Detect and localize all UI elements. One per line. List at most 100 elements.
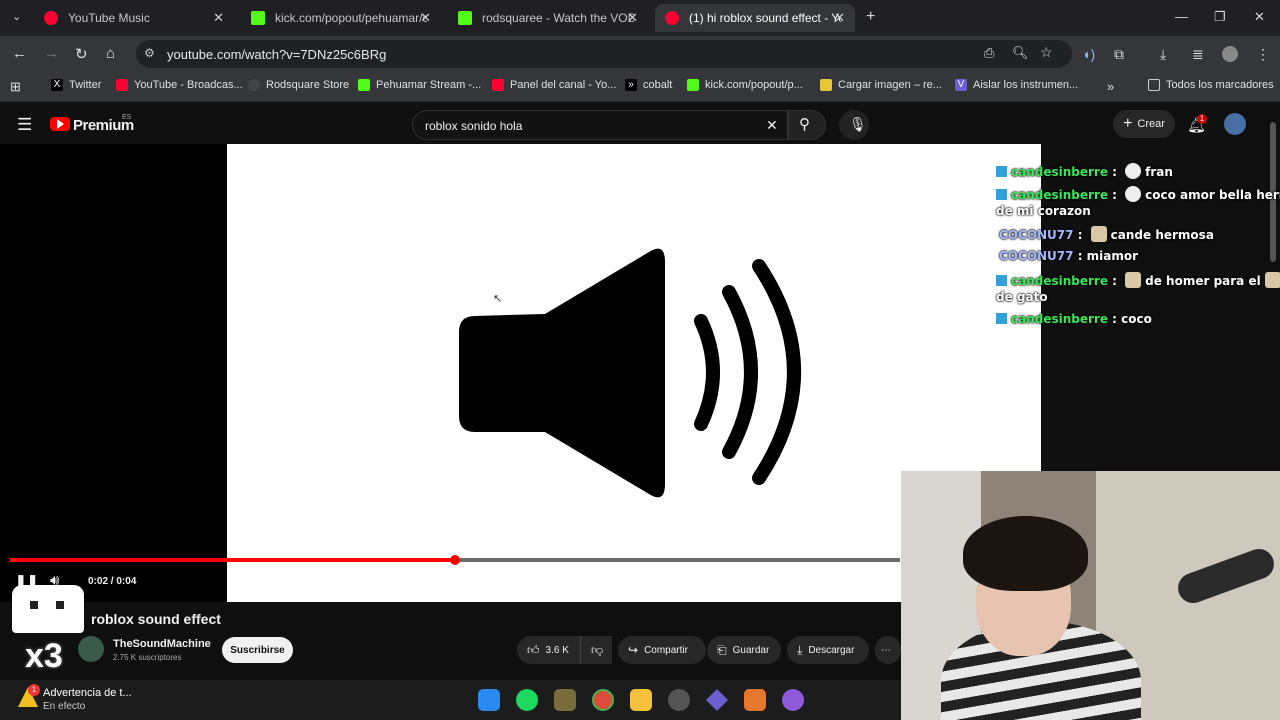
bookmark-cobalt[interactable]: » cobalt xyxy=(625,79,672,91)
url-text[interactable]: youtube.com/watch?v=7DNz25c6BRg xyxy=(167,47,386,62)
close-icon[interactable]: ✕ xyxy=(627,10,638,26)
close-icon[interactable]: ✕ xyxy=(834,10,845,26)
download-icon[interactable]: ⤓ xyxy=(1160,46,1166,63)
search-icon: ⚲ xyxy=(799,116,810,133)
bookmark-label: cobalt xyxy=(643,79,673,91)
search-input[interactable]: roblox sonido hola xyxy=(425,119,522,133)
obs-icon[interactable] xyxy=(668,689,690,711)
chat-username: COCONU77 xyxy=(999,249,1074,263)
bookmark-twitter[interactable]: X Twitter xyxy=(51,79,101,91)
notification-subtitle: En efecto xyxy=(43,701,86,712)
progress-fill xyxy=(10,558,455,562)
more-actions-button[interactable]: ⋯ xyxy=(875,636,901,664)
forward-button[interactable]: → xyxy=(44,45,59,62)
bookmark-label: Cargar imagen – re... xyxy=(838,79,942,91)
extension-audio-icon[interactable]: ◖) xyxy=(1082,46,1095,62)
search-box[interactable]: roblox sonido hola ✕ xyxy=(412,110,788,140)
close-icon[interactable]: ✕ xyxy=(420,10,431,26)
face-emote-icon xyxy=(1125,272,1142,288)
time-current: 0:02 xyxy=(88,576,109,587)
bookmark-panel-canal[interactable]: Panel del canal - Yo... xyxy=(492,79,616,91)
bookmark-cargar-imagen[interactable]: Cargar imagen – re... xyxy=(820,79,942,91)
video-progress-bar[interactable] xyxy=(10,555,900,565)
home-icon[interactable]: ⌂ xyxy=(106,45,115,62)
tab-youtube-music[interactable]: YouTube Music ✕ xyxy=(34,4,234,32)
thumbs-up-icon: 👍︎ xyxy=(527,642,540,657)
minecraft-icon[interactable] xyxy=(554,689,576,711)
cat-sticker-overlay xyxy=(12,585,84,633)
badge-icon xyxy=(996,166,1007,177)
like-count: 3.6 K xyxy=(545,644,569,656)
tab-search-icon[interactable]: ⌄ xyxy=(12,10,21,23)
bookmark-youtube-broadcast[interactable]: YouTube - Broadcas... xyxy=(116,79,243,91)
app-diamond-icon[interactable] xyxy=(706,689,728,711)
chat-message: candesinberre : fran xyxy=(996,163,1173,179)
chat-message: candesinberre : de homer para eleste xyxy=(996,272,1280,288)
badge-icon xyxy=(996,313,1007,324)
address-bar[interactable]: ⚙ youtube.com/watch?v=7DNz25c6BRg ⎙ 🔍︎ ☆ xyxy=(136,40,1072,68)
cat-eye xyxy=(30,601,38,609)
bookmark-label: Todos los marcadores xyxy=(1166,79,1274,91)
download-button[interactable]: ⤓ Descargar xyxy=(787,636,869,664)
bookmark-rodsquare-store[interactable]: Rodsquare Store xyxy=(248,79,349,91)
bookmark-pehuamar-stream[interactable]: Pehuamar Stream -... xyxy=(358,79,481,91)
chat-username: candesinberre xyxy=(1011,274,1108,288)
tab-title: rodsquaree - Watch the VOD o xyxy=(482,11,634,25)
install-icon[interactable]: ⎙ xyxy=(984,45,994,61)
extensions-icon[interactable]: ⧉ xyxy=(1114,46,1124,63)
spotify-icon[interactable] xyxy=(516,689,538,711)
youtube-icon xyxy=(665,11,679,25)
channel-avatar[interactable] xyxy=(78,636,104,662)
file-explorer-icon[interactable] xyxy=(630,689,652,711)
chat-text: de mi corazon xyxy=(996,204,1091,218)
chat-username: candesinberre xyxy=(1011,312,1108,326)
chat-app-icon[interactable] xyxy=(782,689,804,711)
back-button[interactable]: ← xyxy=(12,45,27,62)
zoom-icon[interactable]: 🔍︎ xyxy=(1012,45,1029,61)
all-bookmarks[interactable]: Todos los marcadores xyxy=(1148,79,1274,91)
channel-name[interactable]: TheSoundMachine xyxy=(113,638,211,650)
windows-start-icon[interactable] xyxy=(478,689,500,711)
minimize-button[interactable]: — xyxy=(1175,9,1188,24)
share-button[interactable]: ↪ Compartir xyxy=(618,636,706,664)
avatar[interactable] xyxy=(1224,113,1246,135)
menu-kebab-icon[interactable]: ⋮ xyxy=(1256,46,1270,63)
close-window-button[interactable]: ✕ xyxy=(1254,9,1265,25)
site-info-icon[interactable]: ⚙ xyxy=(144,46,155,60)
chat-username: COCONU77 xyxy=(999,228,1074,242)
clear-search-icon[interactable]: ✕ xyxy=(766,117,778,134)
stream-chat-overlay: candesinberre : fran candesinberre : coc… xyxy=(990,144,1280,330)
progress-scrubber[interactable] xyxy=(450,555,460,565)
hamburger-menu-icon[interactable]: ☰ xyxy=(17,115,32,135)
profile-avatar[interactable] xyxy=(1222,46,1238,62)
chrome-icon[interactable] xyxy=(592,689,614,711)
more-bookmarks-icon[interactable]: » xyxy=(1107,79,1114,94)
face-emote-icon xyxy=(1264,272,1280,288)
create-label: Crear xyxy=(1137,118,1165,130)
reload-button[interactable]: ↻ xyxy=(75,45,88,63)
bookmark-aislar-instrumentos[interactable]: V Aislar los instrumen... xyxy=(955,79,1078,91)
create-button[interactable]: + Crear xyxy=(1113,110,1175,138)
restore-button[interactable]: ❐ xyxy=(1214,9,1226,25)
tab-kick-popout[interactable]: kick.com/popout/pehuamar/ch ✕ xyxy=(241,4,441,32)
apps-grid-icon[interactable]: ⊞ xyxy=(10,79,21,95)
more-horizontal-icon: ⋯ xyxy=(881,644,891,656)
webcam-overlay xyxy=(901,471,1280,720)
close-icon[interactable]: ✕ xyxy=(213,10,224,26)
cat-emote-icon xyxy=(1125,163,1142,179)
badge-icon xyxy=(996,275,1007,286)
tab-rodsquaree[interactable]: rodsquaree - Watch the VOD o ✕ xyxy=(448,4,648,32)
subscribe-button[interactable]: Suscribirse xyxy=(222,637,293,663)
bookmark-kick-popout[interactable]: kick.com/popout/p... xyxy=(687,79,803,91)
chat-message: COCONU77 : cande hermosa xyxy=(999,226,1214,242)
save-button[interactable]: ⎗ Guardar xyxy=(707,636,781,664)
bookmark-star-icon[interactable]: ☆ xyxy=(1040,44,1053,61)
dislike-button[interactable]: 👎︎ xyxy=(580,636,610,664)
chat-message: candesinberre : coco amor bella hermosa xyxy=(996,186,1280,202)
fl-studio-icon[interactable] xyxy=(744,689,766,711)
badge-icon xyxy=(996,189,1007,200)
tab-roblox-sound[interactable]: (1) hi roblox sound effect - You ✕ xyxy=(655,4,855,32)
media-icon[interactable]: ≣ xyxy=(1192,46,1204,63)
new-tab-button[interactable]: + xyxy=(866,8,875,26)
notification-title[interactable]: Advertencia de t... xyxy=(43,687,132,699)
